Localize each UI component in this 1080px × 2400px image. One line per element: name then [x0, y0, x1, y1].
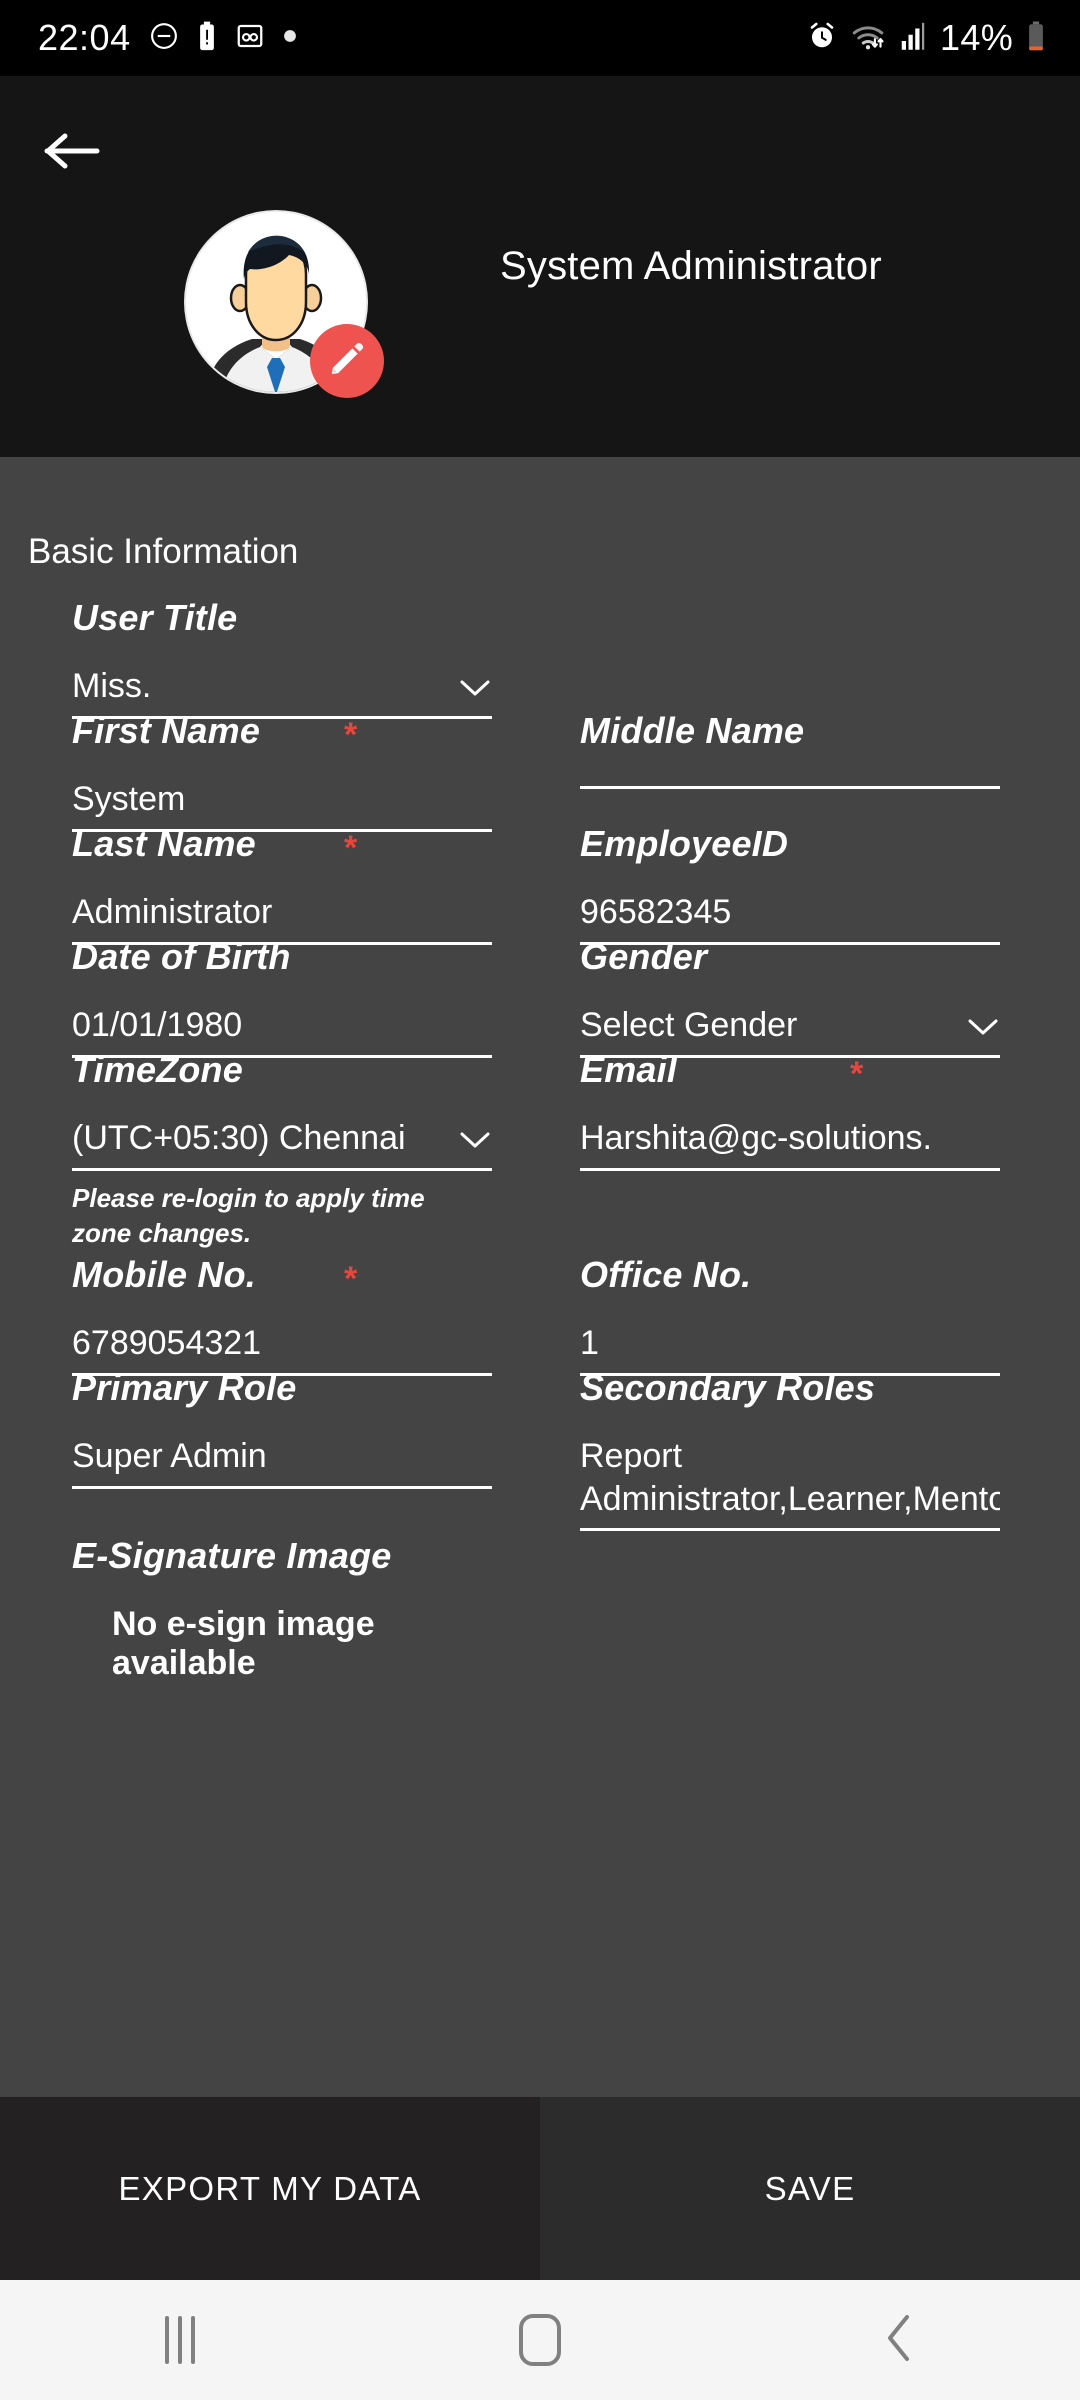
status-clock: 22:04 [38, 17, 131, 58]
chevron-down-icon [458, 1129, 492, 1156]
edit-avatar-button[interactable] [310, 324, 384, 398]
field-label-gender: Gender [580, 936, 708, 977]
field-secondary-roles: Secondary Roles Report Administrator,Lear… [580, 1367, 1012, 1531]
voicemail-icon [235, 21, 265, 56]
field-value-email: Harshita@gc-solutions. [580, 1119, 932, 1157]
input-email[interactable]: Harshita@gc-solutions. [580, 1117, 1000, 1171]
field-middle-name: Middle Name [580, 710, 1012, 789]
field-value-employeeid: 96582345 [580, 893, 732, 931]
chevron-down-icon [966, 1016, 1000, 1043]
field-label-date-of-birth: Date of Birth [72, 936, 291, 977]
battery-icon [1026, 21, 1046, 56]
field-value-gender: Select Gender [580, 1006, 798, 1044]
field-value-timezone: (UTC+05:30) Chennai [72, 1119, 406, 1157]
section-title: Basic Information [28, 532, 299, 571]
alarm-icon [807, 21, 837, 56]
phone-screen: 22:04 14% System Administrator Basic Inf… [0, 0, 1080, 2400]
select-timezone[interactable]: (UTC+05:30) Chennai [72, 1117, 492, 1171]
field-hint-timezone: Please re-login to apply time zone chang… [72, 1182, 425, 1248]
field-value-first-name: System [72, 780, 186, 818]
field-gender: Gender Select Gender [580, 936, 1012, 1058]
field-value-date-of-birth: 01/01/1980 [72, 1006, 243, 1044]
field-value-primary-role: Super Admin [72, 1437, 267, 1475]
input-secondary-roles[interactable]: Report Administrator,Learner,Mentor [580, 1435, 1000, 1531]
field-user-title: User Title Miss. [72, 597, 504, 719]
back-button[interactable] [28, 110, 114, 196]
battery-percent: 14% [940, 17, 1013, 58]
field-last-name: Last Name * Administrator [72, 823, 504, 945]
field-label-first-name: First Name * [72, 710, 358, 754]
arrow-left-icon [41, 128, 101, 179]
field-first-name: First Name * System [72, 710, 504, 832]
back-icon [883, 2312, 917, 2369]
android-nav-bar [0, 2280, 1080, 2400]
field-value-secondary-roles: Report Administrator,Learner,Mentor [580, 1437, 1000, 1518]
esign-empty-note: No e-sign image available [112, 1605, 375, 1682]
field-email: Email * Harshita@gc-solutions. [580, 1049, 1012, 1171]
field-label-office-no: Office No. [580, 1254, 752, 1295]
field-timezone: TimeZone (UTC+05:30) Chennai Please re-log… [72, 1049, 504, 1251]
field-label-timezone: TimeZone [72, 1049, 243, 1090]
field-label-employeeid: EmployeeID [580, 823, 789, 864]
wifi-icon [850, 21, 886, 56]
required-asterisk: * [344, 716, 358, 754]
form-body: Basic Information User Title Miss. First N… [0, 457, 1080, 2097]
save-button[interactable]: SAVE [540, 2097, 1080, 2280]
input-primary-role[interactable]: Super Admin [72, 1435, 492, 1489]
battery-alert-icon [197, 21, 217, 56]
field-label-primary-role: Primary Role [72, 1367, 297, 1408]
field-e-signature-image: E-Signature Image No e-sign image availab… [72, 1535, 504, 1683]
nav-back-button[interactable] [720, 2280, 1080, 2400]
export-my-data-button[interactable]: EXPORT MY DATA [0, 2097, 540, 2280]
field-date-of-birth: Date of Birth 01/01/1980 [72, 936, 504, 1058]
field-label-mobile-no: Mobile No. * [72, 1254, 358, 1298]
required-asterisk: * [344, 829, 358, 867]
field-mobile-no: Mobile No. * 6789054321 [72, 1254, 504, 1376]
recents-icon [165, 2316, 195, 2364]
chevron-down-icon [458, 677, 492, 704]
status-bar: 22:04 14% [0, 0, 1080, 76]
input-middle-name[interactable] [580, 778, 1000, 789]
field-label-e-signature-image: E-Signature Image [72, 1535, 392, 1576]
home-icon [519, 2314, 561, 2366]
field-value-mobile-no: 6789054321 [72, 1324, 262, 1362]
field-label-email: Email * [580, 1049, 864, 1093]
field-employeeid: EmployeeID 96582345 [580, 823, 1012, 945]
action-bar: EXPORT MY DATA SAVE [0, 2097, 1080, 2280]
required-asterisk: * [344, 1260, 358, 1298]
field-value-last-name: Administrator [72, 893, 273, 931]
nav-home-button[interactable] [360, 2280, 720, 2400]
status-bar-left: 22:04 [0, 17, 297, 59]
field-primary-role: Primary Role Super Admin [72, 1367, 504, 1489]
signal-icon [899, 21, 927, 56]
field-label-user-title: User Title [72, 597, 238, 638]
page-title: System Administrator [500, 244, 882, 288]
dnd-icon [149, 21, 179, 56]
field-value-user-title: Miss. [72, 667, 152, 705]
status-bar-right: 14% [807, 17, 1080, 59]
field-label-middle-name: Middle Name [580, 710, 805, 751]
profile-header: System Administrator [0, 76, 1080, 457]
field-label-secondary-roles: Secondary Roles [580, 1367, 876, 1408]
nav-recents-button[interactable] [0, 2280, 360, 2400]
field-office-no: Office No. 1 [580, 1254, 1012, 1376]
avatar-container[interactable] [186, 212, 384, 398]
required-asterisk: * [850, 1055, 864, 1093]
field-label-last-name: Last Name * [72, 823, 358, 867]
pencil-icon [327, 339, 367, 384]
dot-icon [283, 29, 297, 48]
field-value-office-no: 1 [580, 1324, 599, 1362]
